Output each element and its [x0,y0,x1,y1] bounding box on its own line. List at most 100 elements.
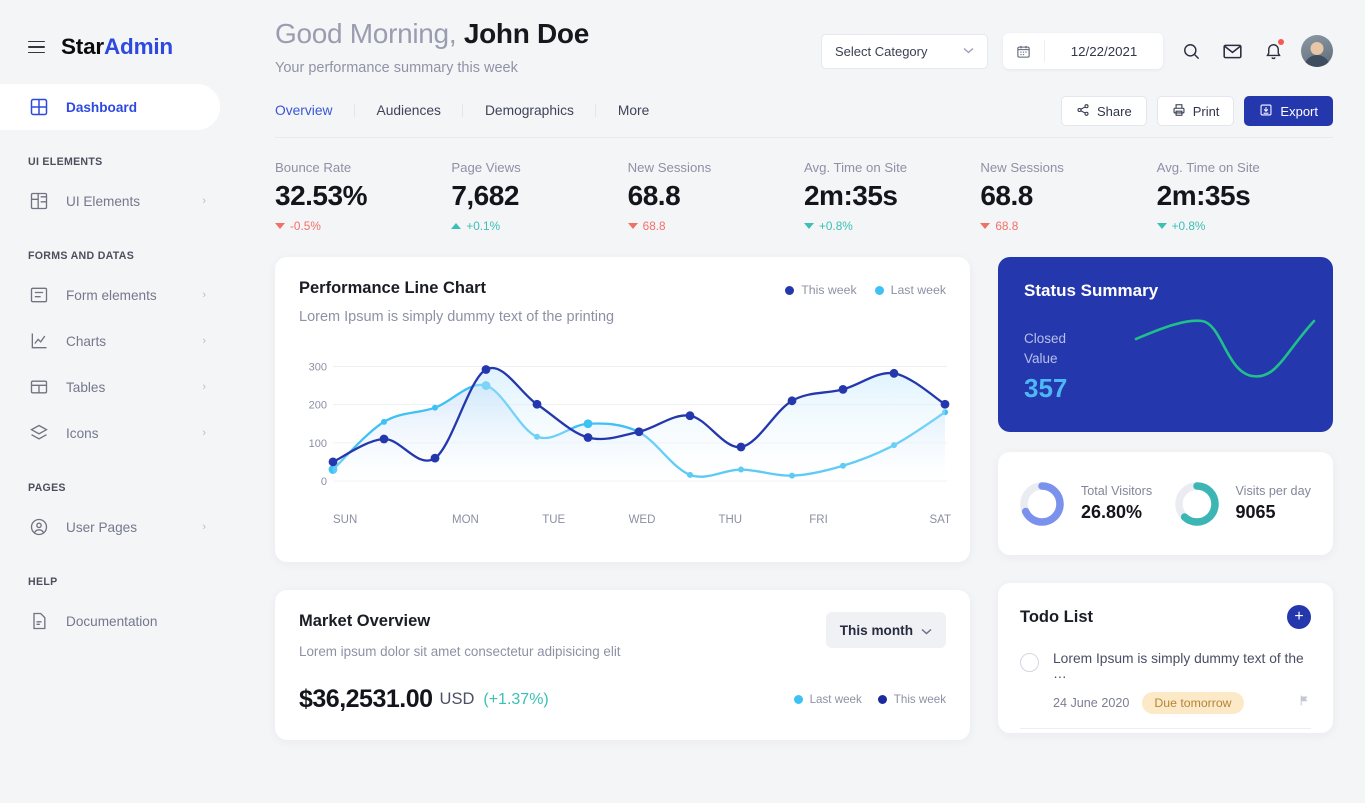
triangle-down-icon [627,223,638,229]
x-axis-labels: SUN MON TUE WED THU FRI SAT [333,514,951,526]
export-label: Export [1280,103,1318,119]
kpi-bounce-rate: Bounce Rate 32.53% -0.5% [275,160,451,233]
table-icon [28,376,50,398]
greeting-prefix: Good Morning, [275,18,457,49]
kpi-label: New Sessions [980,160,1064,175]
legend-item-this-week: This week [877,693,946,706]
x-axis-tick: SAT [929,514,951,526]
share-button[interactable]: Share [1060,96,1147,126]
sidebar-item-label: Icons [66,425,99,441]
action-buttons: Share Print Export [1060,96,1333,137]
right-column: Status Summary Closed Value 357 Total Vi… [998,257,1333,740]
kpi-value: 32.53% [275,180,367,211]
sidebar-item-label: Tables [66,379,106,395]
sidebar-item-label: Documentation [66,613,158,629]
todo-list-card: Todo List + Lorem Ipsum is simply dummy … [998,583,1333,733]
chevron-right-icon: › [202,381,206,393]
chevron-down-icon [963,45,974,57]
kpi-row: Bounce Rate 32.53% -0.5% Page Views 7,68… [275,160,1333,233]
sidebar-item-charts[interactable]: Charts › [0,318,220,364]
status-summary-title: Status Summary [1024,281,1159,300]
market-header: Market Overview Lorem ipsum dolor sit am… [299,612,946,659]
visitor-value: 9065 [1235,502,1276,522]
chevron-right-icon: › [202,521,206,533]
chart-icon [28,330,50,352]
kpi-delta: +0.8% [803,219,980,233]
todo-header: Todo List + [1020,605,1311,629]
tab-demographics[interactable]: Demographics [463,103,596,131]
flag-icon[interactable] [1298,693,1311,713]
tab-audiences[interactable]: Audiences [355,103,464,131]
date-picker[interactable]: 12/22/2021 [1003,33,1163,69]
sidebar: StarAdmin Dashboard UI ELEMENTS UI Eleme… [0,0,245,803]
kpi-label: Avg. Time on Site [1156,160,1260,175]
sidebar-section-ui-elements: UI ELEMENTS [28,156,103,168]
todo-date: 24 June 2020 [1053,696,1130,710]
sidebar-item-documentation[interactable]: Documentation [0,598,220,644]
list-item: Lorem Ipsum is simply dummy text of the … [1020,651,1311,729]
kpi-avg-time-on-site: Avg. Time on Site 2m:35s +0.8% [803,160,980,233]
topbar-controls: Select Category 12/22/2021 [821,18,1333,69]
kpi-delta: 68.8 [627,219,804,233]
document-icon [28,610,50,632]
sidebar-item-dashboard[interactable]: Dashboard [0,84,220,130]
kpi-value: 2m:35s [803,180,898,211]
kpi-delta: +0.8% [1156,219,1333,233]
period-select[interactable]: This month [825,612,946,648]
triangle-down-icon [275,223,285,229]
tab-overview[interactable]: Overview [275,103,355,131]
market-subtitle: Lorem ipsum dolor sit amet consectetur a… [299,644,621,659]
print-button[interactable]: Print [1156,96,1235,126]
hamburger-menu-icon[interactable] [28,40,45,54]
chevron-right-icon: › [202,427,206,439]
chart-header: Performance Line Chart Lorem Ipsum is si… [299,279,946,325]
status-badge: Due tomorrow [1142,692,1244,714]
sidebar-item-form-elements[interactable]: Form elements › [0,272,220,318]
kpi-delta: -0.5% [275,219,451,233]
search-icon[interactable] [1178,38,1204,64]
content-grid: Performance Line Chart Lorem Ipsum is si… [275,257,1333,740]
svg-text:300: 300 [309,361,327,373]
tabs-row: Overview Audiences Demographics More Sha… [275,96,1333,138]
donut-chart-total-visitors [1020,481,1064,526]
triangle-down-icon [980,223,991,229]
add-todo-button[interactable]: + [1287,605,1311,629]
export-button[interactable]: Export [1244,96,1333,126]
avatar[interactable] [1301,35,1333,67]
user-name: John Doe [463,18,589,49]
page-title: Good Morning, John Doe [275,18,821,50]
kpi-value: 68.8 [980,180,1033,211]
todo-list-title: Todo List [1020,607,1094,626]
sidebar-item-icons[interactable]: Icons › [0,410,220,456]
chart-title: Performance Line Chart [299,279,487,297]
todo-checkbox[interactable] [1020,653,1039,672]
left-column: Performance Line Chart Lorem Ipsum is si… [275,257,970,740]
market-legend: Last week This week [793,693,946,706]
chevron-right-icon: › [202,195,206,207]
sidebar-item-ui-elements[interactable]: UI Elements › [0,178,220,224]
brand-name-second: Admin [103,34,173,59]
greeting-block: Good Morning, John Doe Your performance … [275,18,821,76]
period-value: This month [839,622,913,638]
brand-name-first: Star [61,34,104,59]
mail-icon[interactable] [1219,38,1245,64]
todo-text: Lorem Ipsum is simply dummy text of the … [1053,651,1304,681]
bell-icon[interactable] [1260,38,1286,64]
sidebar-nav: Dashboard UI ELEMENTS UI Elements › FORM… [0,84,245,644]
triangle-up-icon [451,223,462,229]
kpi-new-sessions: New Sessions 68.8 68.8 [627,160,804,233]
x-axis-tick: MON [452,514,479,526]
form-icon [28,284,50,306]
tab-more[interactable]: More [596,103,671,131]
tab-label: Demographics [484,102,574,118]
sidebar-item-tables[interactable]: Tables › [0,364,220,410]
svg-text:100: 100 [309,438,327,450]
grid-icon [28,96,50,118]
category-select[interactable]: Select Category [821,33,988,69]
donut-chart-visits-per-day [1174,481,1219,526]
tab-list: Overview Audiences Demographics More [275,103,1061,131]
kpi-label: Bounce Rate [275,160,352,175]
sidebar-item-user-pages[interactable]: User Pages › [0,504,220,550]
dashboard-root: StarAdmin Dashboard UI ELEMENTS UI Eleme… [0,0,1365,803]
kpi-value: 2m:35s [1156,180,1251,211]
